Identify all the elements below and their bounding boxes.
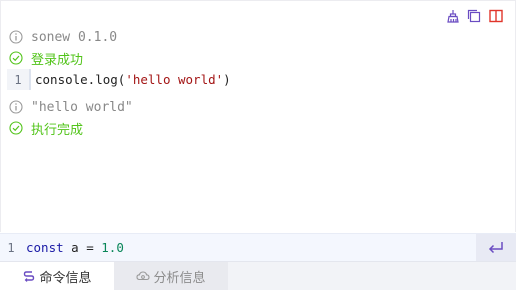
code-suffix: ) <box>223 72 231 87</box>
command-input[interactable]: const a = 1.0 <box>22 234 476 261</box>
cloud-analysis-icon <box>136 271 151 281</box>
code-prefix: console.log( <box>35 72 126 87</box>
log-text: "hello world" <box>31 99 133 115</box>
run-button[interactable] <box>476 234 516 261</box>
log-line-info: "hello world" <box>9 98 133 116</box>
split-view-icon[interactable] <box>488 8 504 24</box>
log-line-success: 登录成功 <box>9 49 84 68</box>
enter-icon <box>488 241 503 253</box>
info-icon <box>9 30 23 44</box>
code-number: 1.0 <box>101 240 124 255</box>
command-icon <box>24 271 35 282</box>
clear-broom-icon[interactable] <box>444 8 460 24</box>
tab-label: 命令信息 <box>39 270 92 286</box>
input-line-number: 1 <box>7 240 15 255</box>
code-string: 'hello world' <box>125 72 224 87</box>
tab-label: 分析信息 <box>153 270 206 286</box>
command-input-row: 1 const a = 1.0 <box>0 233 516 261</box>
tab-command-info[interactable]: 命令信息 <box>0 262 114 290</box>
log-line-info: sonew 0.1.0 <box>9 28 117 46</box>
copy-icon[interactable] <box>466 8 482 24</box>
code-text: console.log('hello world') <box>31 69 231 90</box>
line-number: 1 <box>7 69 31 90</box>
info-icon <box>9 100 23 114</box>
log-text: sonew 0.1.0 <box>31 29 118 45</box>
check-circle-icon <box>9 121 23 135</box>
log-text: 登录成功 <box>31 52 84 68</box>
log-line-success: 执行完成 <box>9 119 84 138</box>
log-text: 执行完成 <box>31 122 84 138</box>
log-code-block: 1 console.log('hello world') <box>7 69 231 90</box>
bottom-tabs: 命令信息 分析信息 <box>0 261 516 290</box>
code-keyword: const <box>26 240 64 255</box>
check-circle-icon <box>9 51 23 65</box>
code-rest: a = <box>63 240 102 255</box>
console-output: sonew 0.1.0 登录成功 1 console.log('hello wo… <box>0 0 516 232</box>
console-toolbar <box>444 8 504 24</box>
tab-analysis-info[interactable]: 分析信息 <box>114 262 228 290</box>
